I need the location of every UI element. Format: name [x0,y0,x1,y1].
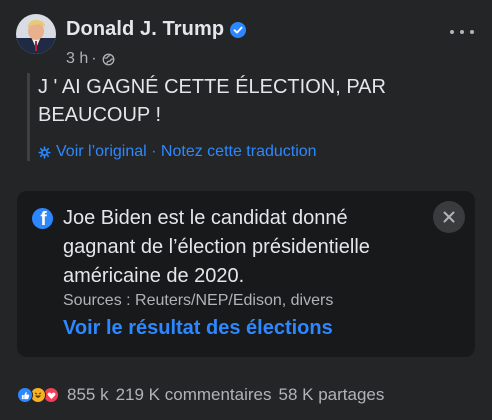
facebook-icon: f [32,208,53,229]
author-name[interactable]: Donald J. Trump [66,18,224,41]
avatar-image [16,14,56,54]
post-body: J ' AI GAGNÉ CETTE ÉLECTION, PAR BEAUCOU… [27,73,467,161]
translation-links[interactable]: Voir l’original · Notez cette traduction [56,143,317,161]
info-sources: Sources : Reuters/NEP/Edison, divers [63,292,334,309]
comments-count[interactable]: 219 K commentaires [116,385,272,405]
verified-badge-icon [230,21,247,38]
close-button[interactable] [433,201,465,233]
post-header: Donald J. Trump 3 h · [16,14,478,68]
meta-separator: · [91,50,97,67]
reactions-count[interactable]: 855 k [67,385,109,405]
more-options-icon[interactable] [450,24,474,40]
post-text: J ' AI GAGNÉ CETTE ÉLECTION, PAR BEAUCOU… [38,76,386,126]
post-card: Donald J. Trump 3 h · J ' AI GAGNÉ CETTE… [0,0,492,420]
info-text: Joe Biden est le candidat donné gagnant … [63,207,370,287]
translate-gear-icon [38,145,51,159]
election-results-link[interactable]: Voir le résultat des élections [63,317,333,340]
translation-bar: Voir l’original · Notez cette traduction [38,143,467,161]
avatar[interactable] [16,14,56,54]
shares-count[interactable]: 58 K partages [279,385,385,405]
post-time[interactable]: 3 h [66,50,88,68]
globe-icon [102,53,115,66]
author-name-row: Donald J. Trump [66,18,247,41]
like-reaction-icon [17,387,33,403]
post-meta: 3 h · [66,50,115,68]
election-info-box: f Joe Biden est le candidat donné gagnan… [17,191,475,357]
close-icon [443,211,455,223]
engagement-bar: 855 k 219 K commentaires 58 K partages [17,382,479,408]
reactions-summary[interactable] [17,387,59,403]
